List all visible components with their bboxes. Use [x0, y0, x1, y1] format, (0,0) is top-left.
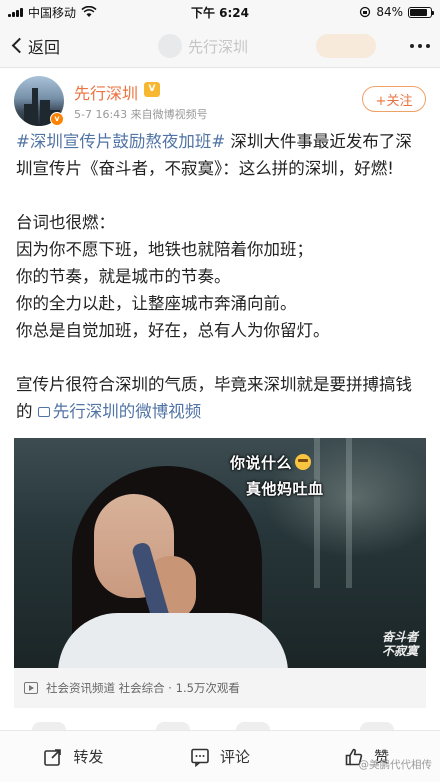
battery-fill	[410, 8, 427, 16]
status-right: 84%	[359, 5, 434, 19]
carrier-label: 中国移动	[28, 5, 77, 20]
chevron-left-icon	[11, 37, 28, 54]
more-icon[interactable]	[410, 43, 430, 48]
comment-label: 评论	[220, 748, 251, 766]
hashtag-link[interactable]: #深圳宣传片鼓励熬夜加班#	[16, 132, 225, 151]
video-watermark-line2: 不寂寞	[381, 644, 418, 658]
video-stripe	[346, 438, 352, 588]
video-stripe	[314, 438, 320, 588]
nav-bar: 返回 先行深圳	[0, 24, 440, 68]
line-item: 你的节奏，就是城市的节奏。	[16, 267, 231, 286]
lines-heading: 台词也很燃：	[16, 213, 115, 232]
video-watermark: 奋斗者 不寂寞	[382, 630, 418, 658]
battery-percent: 84%	[376, 5, 403, 19]
line-item: 你总是自觉加班，好在，总有人为你留灯。	[16, 321, 330, 340]
video-link-label: 先行深圳的微博视频	[52, 402, 202, 421]
signal-icon	[8, 7, 23, 17]
video-meta: 社会资讯频道 社会综合 · 1.5万次观看	[14, 668, 426, 708]
orientation-lock-icon	[360, 6, 371, 18]
follow-button[interactable]: +关注	[362, 86, 426, 112]
nav-faded-header: 先行深圳	[158, 34, 248, 58]
video-subtitle-1: 你说什么	[230, 452, 312, 473]
verified-badge-icon: v	[50, 112, 64, 126]
vip-icon: V	[144, 82, 160, 97]
video-person-body	[58, 613, 288, 668]
video-subtitle-1-text: 你说什么	[230, 454, 293, 472]
sunglasses-emoji-icon	[295, 453, 312, 470]
repost-label: 转发	[73, 748, 104, 766]
video-icon	[24, 682, 38, 694]
line-item: 因为你不愿下班，地铁也就陪着你加班；	[16, 240, 313, 259]
video-watermark-line1: 奋斗者	[381, 630, 418, 644]
post-meta: 5-7 16:43 来自微博视频号	[74, 108, 208, 121]
battery-icon	[408, 6, 434, 18]
author-name[interactable]: 先行深圳	[74, 80, 138, 104]
nav-follow-button	[316, 34, 376, 58]
action-bar: 转发 评论 赞 @美鹏代代相传	[0, 730, 440, 782]
back-label: 返回	[28, 37, 61, 57]
repost-button[interactable]: 转发	[0, 746, 147, 767]
comment-button[interactable]: 评论	[147, 746, 294, 767]
video-link-icon	[37, 406, 50, 417]
repost-icon	[44, 748, 62, 766]
post-paragraph-1: #深圳宣传片鼓励熬夜加班# 深圳大件事最近发布了深圳宣传片《奋斗者，不寂寞》：这…	[16, 128, 426, 182]
status-bar: 中国移动 下午 6:24 84%	[0, 0, 440, 24]
video-link[interactable]: 先行深圳的微博视频	[37, 402, 202, 421]
line-item: 你的全力以赴，让整座城市奔涌向前。	[16, 294, 297, 313]
author-row: v 先行深圳 V 5-7 16:43 来自微博视频号 +关注	[14, 76, 426, 128]
status-left: 中国移动	[8, 4, 97, 21]
video-subtitle-2: 真他妈吐血	[246, 480, 324, 498]
follow-label: +关注	[375, 93, 413, 109]
footer-watermark: @美鹏代代相传	[358, 759, 433, 771]
back-button[interactable]: 返回	[10, 34, 60, 58]
wifi-icon	[81, 6, 97, 17]
next-post-peek	[0, 722, 440, 738]
comment-icon	[191, 748, 209, 767]
post-body: #深圳宣传片鼓励熬夜加班# 深圳大件事最近发布了深圳宣传片《奋斗者，不寂寞》：这…	[16, 128, 426, 425]
nav-title: 先行深圳	[188, 37, 249, 56]
post-paragraph-closing: 宣传片很符合深圳的气质，毕竟来深圳就是要拼搏搞钱的 先行深圳的微博视频	[16, 371, 426, 425]
video-player[interactable]: 你说什么 真他妈吐血 奋斗者 不寂寞	[14, 438, 426, 668]
nav-avatar	[158, 34, 182, 58]
video-meta-text: 社会资讯频道 社会综合 · 1.5万次观看	[46, 681, 240, 695]
